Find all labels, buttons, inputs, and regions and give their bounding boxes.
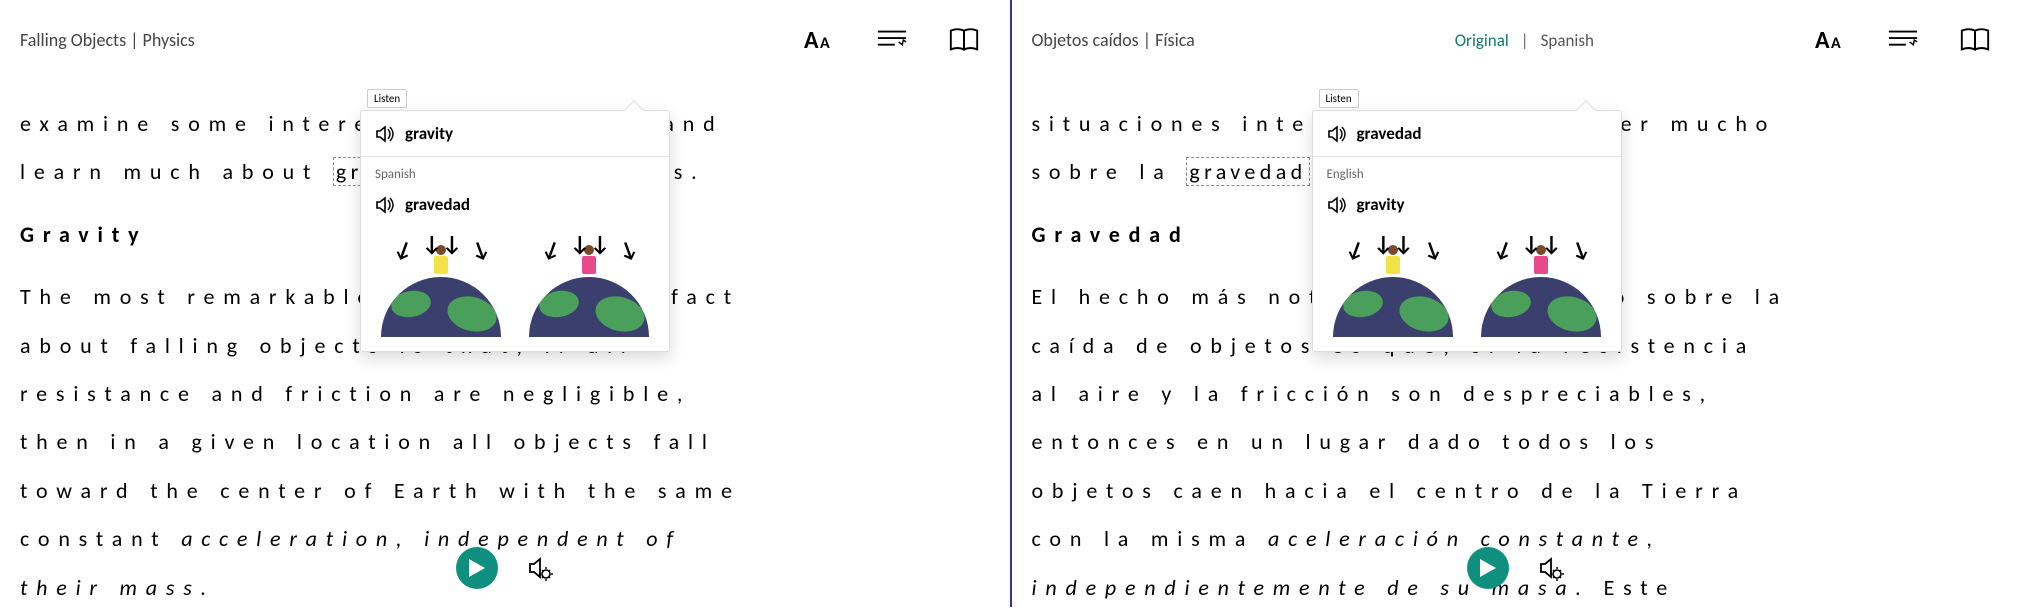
- line-focus-button[interactable]: [876, 24, 908, 56]
- popup-word-translation: gravity: [1357, 194, 1405, 215]
- book-button[interactable]: [1959, 24, 1991, 56]
- font-size-icon: AA: [1815, 24, 1847, 56]
- language-original-tab[interactable]: Original: [1455, 30, 1509, 51]
- breadcrumb: Falling Objects | Physics: [20, 29, 195, 51]
- play-icon: [469, 559, 485, 577]
- header: Objetos caídos | Física Original | Spani…: [1032, 20, 1992, 60]
- audio-player: [1467, 547, 1565, 589]
- svg-text:A: A: [804, 26, 819, 55]
- popup-word-main: gravedad: [1357, 123, 1422, 144]
- speaker-icon: [375, 196, 395, 214]
- play-button[interactable]: [1467, 547, 1509, 589]
- book-icon: [1959, 26, 1991, 54]
- popup-word-translation: gravedad: [405, 194, 470, 215]
- book-button[interactable]: [948, 24, 980, 56]
- listen-label: Listen: [367, 89, 407, 108]
- picture-dictionary-image: ↓ ↓ ↓ ↓: [1328, 237, 1458, 337]
- svg-text:A: A: [1815, 26, 1830, 55]
- breadcrumb: Objetos caídos | Física: [1032, 29, 1195, 51]
- audio-settings-icon: [526, 554, 554, 582]
- audio-settings-button[interactable]: [1537, 554, 1565, 582]
- toolbar: AA: [804, 24, 980, 56]
- play-button[interactable]: [456, 547, 498, 589]
- picture-dictionary-image: ↓ ↓ ↓ ↓: [524, 237, 654, 337]
- popup-illustrations: ↓ ↓ ↓ ↓ ↓ ↓ ↓ ↓: [1313, 227, 1621, 351]
- svg-text:A: A: [1831, 34, 1841, 53]
- line-focus-icon: [1887, 27, 1919, 53]
- play-icon: [1480, 559, 1496, 577]
- font-size-button[interactable]: AA: [804, 24, 836, 56]
- picture-dictionary-image: ↓ ↓ ↓ ↓: [376, 237, 506, 337]
- body-text: Este: [1590, 574, 1676, 601]
- popup-lang-label: English: [1313, 157, 1621, 182]
- book-icon: [948, 26, 980, 54]
- audio-settings-button[interactable]: [526, 554, 554, 582]
- language-toggle: Original | Spanish: [1455, 30, 1594, 51]
- popup-primary-row[interactable]: gravity: [361, 111, 669, 157]
- dictionary-popup: Listen gravedad English gravity ↓ ↓: [1312, 110, 1622, 352]
- language-spanish-tab[interactable]: Spanish: [1541, 30, 1594, 51]
- popup-translation-row[interactable]: gravedad: [361, 182, 669, 227]
- speaker-icon: [375, 125, 395, 143]
- font-size-button[interactable]: AA: [1815, 24, 1847, 56]
- speaker-icon: [1327, 125, 1347, 143]
- spanish-pane: Objetos caídos | Física Original | Spani…: [1012, 0, 2021, 607]
- popup-word-main: gravity: [405, 123, 453, 144]
- highlighted-word[interactable]: gravedad: [1186, 157, 1309, 186]
- line-focus-icon: [876, 27, 908, 53]
- toolbar: AA: [1815, 24, 1991, 56]
- audio-settings-icon: [1537, 554, 1565, 582]
- popup-primary-row[interactable]: gravedad: [1313, 111, 1621, 157]
- popup-lang-label: Spanish: [361, 157, 669, 182]
- listen-label: Listen: [1319, 89, 1359, 108]
- audio-player: [456, 547, 554, 589]
- speaker-icon: [1327, 196, 1347, 214]
- header: Falling Objects | Physics AA: [20, 20, 980, 60]
- dictionary-popup: Listen gravity Spanish gravedad ↓ ↓ ↓ ↓: [360, 110, 670, 352]
- popup-translation-row[interactable]: gravity: [1313, 182, 1621, 227]
- picture-dictionary-image: ↓ ↓ ↓ ↓: [1476, 237, 1606, 337]
- font-size-icon: AA: [804, 24, 836, 56]
- line-focus-button[interactable]: [1887, 24, 1919, 56]
- separator: |: [1521, 30, 1529, 51]
- svg-text:A: A: [820, 34, 830, 53]
- popup-illustrations: ↓ ↓ ↓ ↓ ↓ ↓ ↓ ↓: [361, 227, 669, 351]
